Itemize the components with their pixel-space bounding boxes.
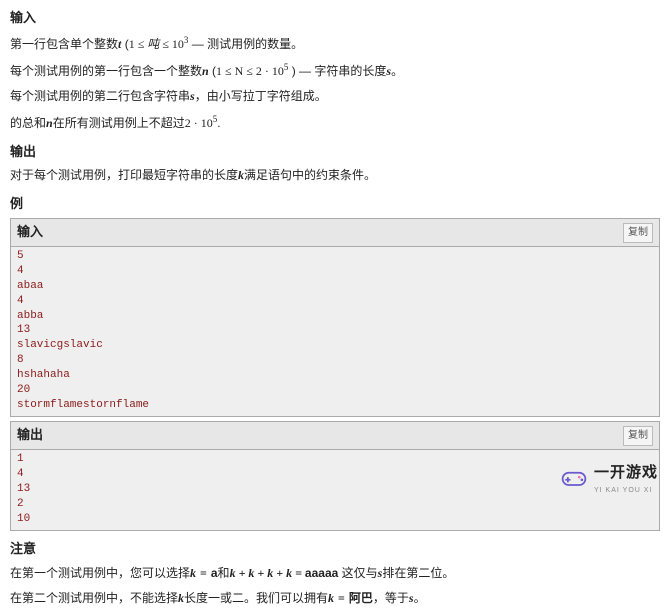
example-line: stormflamestornflame [17, 398, 653, 413]
input-paragraph-4: 的总和n在所有测试用例上不超过2 · 105. [10, 112, 660, 133]
example-line: 4 [17, 264, 653, 279]
example-line: 8 [17, 353, 653, 368]
example-line: 13 [17, 323, 653, 338]
example-heading: 例 [10, 194, 660, 215]
example-line: 20 [17, 383, 653, 398]
example-line: 4 [17, 294, 653, 309]
example-line: 5 [17, 249, 653, 264]
example-line: 2 [17, 497, 653, 512]
example-input-content: 54abaa4abba13slavicgslavic8hshahaha20sto… [11, 247, 659, 416]
gamepad-icon [560, 464, 588, 492]
example-line: 1 [17, 452, 653, 467]
input-paragraph-2: 每个测试用例的第一行包含一个整数n (1 ≤ N ≤ 2 · 105 ) — 字… [10, 60, 660, 81]
output-paragraph-1: 对于每个测试用例，打印最短字符串的长度k满足语句中的约束条件。 [10, 166, 660, 185]
input-paragraph-3: 每个测试用例的第二行包含字符串s，由小写拉丁字符组成。 [10, 87, 660, 106]
example-input-label: 输入 [17, 222, 43, 243]
site-logo: 一开游戏 YI KAI YOU XI [560, 461, 658, 496]
input-paragraph-1: 第一行包含单个整数t (1 ≤ 吨 ≤ 103 — 测试用例的数量。 [10, 33, 660, 54]
notes-paragraph-2: 在第二个测试用例中，不能选择k长度一或二。我们可以拥有k = 阿巴，等于s。 [10, 589, 660, 608]
logo-sub-text: YI KAI YOU XI [594, 485, 652, 496]
example-input-header: 输入 复制 [11, 219, 659, 247]
input-heading: 输入 [10, 8, 660, 29]
example-output-label: 输出 [17, 425, 43, 446]
example-line: 13 [17, 482, 653, 497]
example-output-header: 输出 复制 [11, 422, 659, 450]
example-line: hshahaha [17, 368, 653, 383]
example-line: slavicgslavic [17, 338, 653, 353]
example-line: abaa [17, 279, 653, 294]
notes-heading: 注意 [10, 539, 660, 560]
logo-main-text: 一开游戏 [594, 461, 658, 485]
example-input-box: 输入 复制 54abaa4abba13slavicgslavic8hshahah… [10, 218, 660, 417]
output-heading: 输出 [10, 142, 660, 163]
example-line: 4 [17, 467, 653, 482]
example-line: abba [17, 309, 653, 324]
copy-button[interactable]: 复制 [623, 223, 653, 243]
notes-paragraph-1: 在第一个测试用例中，您可以选择k = a和k + k + k + k = aaa… [10, 564, 660, 583]
copy-button[interactable]: 复制 [623, 426, 653, 446]
example-line: 10 [17, 512, 653, 527]
